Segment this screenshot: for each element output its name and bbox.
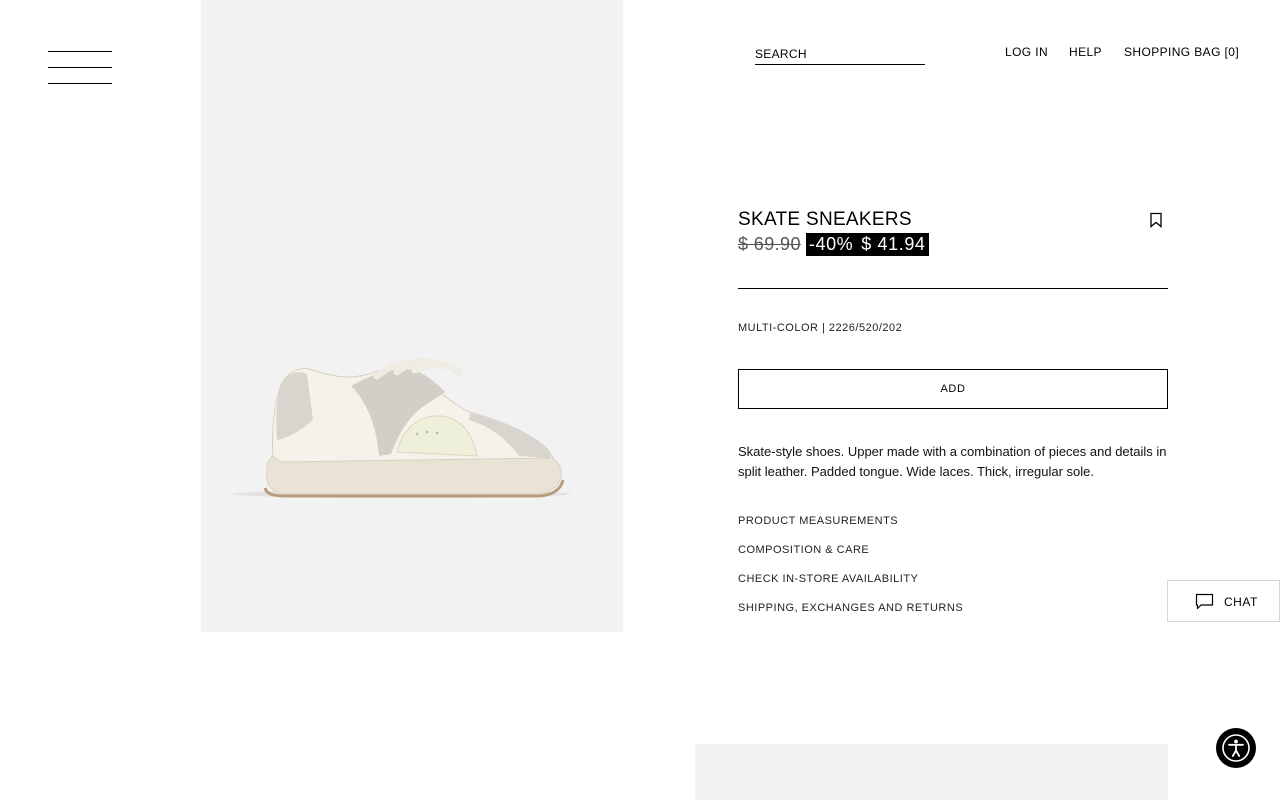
sale-price-badge: -40% $ 41.94	[805, 232, 929, 256]
search-input[interactable]	[755, 47, 925, 61]
help-link[interactable]: HELP	[1069, 45, 1102, 59]
store-availability-link[interactable]: CHECK IN-STORE AVAILABILITY	[738, 573, 918, 585]
composition-care-link[interactable]: COMPOSITION & CARE	[738, 544, 869, 556]
menu-line	[48, 67, 112, 68]
accessibility-button[interactable]	[1216, 728, 1256, 768]
secondary-product-image[interactable]	[695, 744, 1168, 800]
chat-button[interactable]: CHAT	[1167, 580, 1280, 622]
bookmark-icon[interactable]	[1149, 212, 1163, 228]
discount-percent: -40%	[808, 233, 854, 254]
sale-price: $ 41.94	[861, 233, 926, 254]
menu-line	[48, 83, 112, 84]
product-description: Skate-style shoes. Upper made with a com…	[738, 444, 1167, 479]
login-link[interactable]: LOG IN	[1005, 45, 1048, 59]
menu-line	[48, 51, 112, 52]
accessibility-icon	[1222, 734, 1250, 762]
product-title: SKATE SNEAKERS	[738, 209, 912, 230]
divider	[738, 288, 1168, 289]
product-measurements-link[interactable]: PRODUCT MEASUREMENTS	[738, 515, 898, 527]
chat-label: CHAT	[1224, 595, 1258, 609]
search-field[interactable]	[755, 45, 925, 65]
sneaker-illustration	[231, 357, 571, 498]
color-reference: MULTI-COLOR | 2226/520/202	[738, 322, 903, 334]
product-image[interactable]	[201, 0, 623, 632]
shipping-returns-link[interactable]: SHIPPING, EXCHANGES AND RETURNS	[738, 602, 963, 614]
chat-bubble-icon	[1195, 593, 1214, 610]
price-row: $ 69.90 -40% $ 41.94	[738, 232, 929, 256]
shopping-bag-link[interactable]: SHOPPING BAG [0]	[1124, 45, 1239, 59]
original-price: $ 69.90	[738, 233, 801, 254]
hamburger-menu-icon[interactable]	[48, 51, 112, 85]
add-to-bag-button[interactable]: ADD	[738, 369, 1168, 409]
